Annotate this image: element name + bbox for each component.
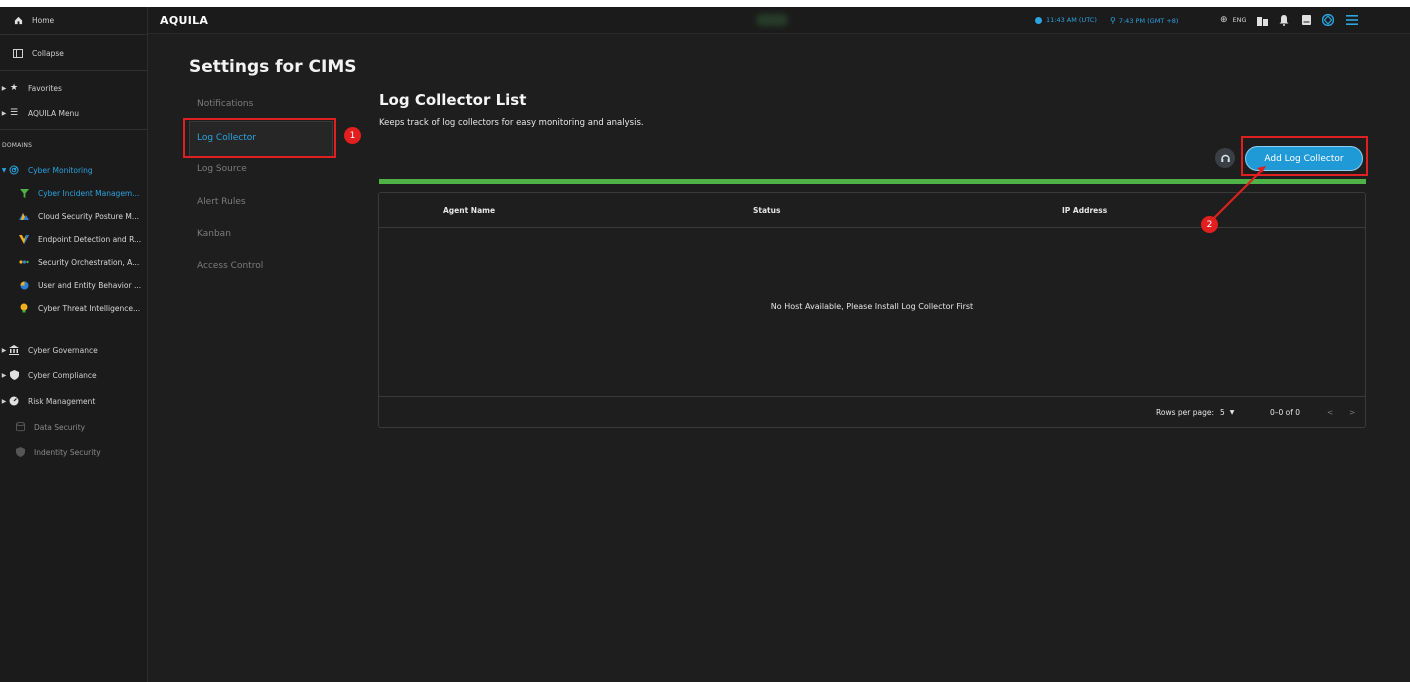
bank-icon bbox=[8, 344, 20, 356]
sidebar-divider bbox=[0, 34, 148, 35]
column-header-ip-address[interactable]: IP Address bbox=[1062, 206, 1107, 215]
dots-icon bbox=[18, 256, 30, 268]
previous-page-icon[interactable]: < bbox=[1327, 408, 1333, 417]
loading-progress-bar bbox=[379, 179, 1366, 184]
sidebar-favorites-label: Favorites bbox=[28, 83, 62, 93]
annotation-badge-1: 1 bbox=[344, 127, 361, 144]
v-shape-icon bbox=[18, 233, 30, 245]
caret-right-icon: ▶ bbox=[1, 397, 7, 405]
home-icon bbox=[12, 14, 24, 26]
annotation-badge-2: 2 bbox=[1201, 216, 1218, 233]
sidebar-aquila-menu-label: AQUILA Menu bbox=[28, 108, 80, 118]
domains-heading: DOMAINS bbox=[2, 142, 33, 149]
settings-nav-kanban[interactable]: Kanban bbox=[197, 229, 231, 239]
page-subtitle: Keeps track of log collectors for easy m… bbox=[379, 118, 644, 128]
sidebar-item-cyber-compliance[interactable]: ▶ Cyber Compliance bbox=[0, 362, 148, 388]
sidebar-home[interactable]: Home bbox=[0, 7, 148, 33]
sidebar-item-label: Cyber Monitoring bbox=[28, 165, 93, 175]
column-header-status[interactable]: Status bbox=[753, 206, 780, 215]
rows-per-page-select[interactable]: 5 ▼ bbox=[1220, 408, 1234, 417]
table-footer-divider bbox=[379, 396, 1365, 397]
sidebar: Home Collapse ▶ ★ Favorites ▶ ☰ AQUILA M… bbox=[0, 7, 148, 682]
utc-time: 11:43 AM (UTC) bbox=[1035, 16, 1097, 24]
menu-icon: ☰ bbox=[9, 108, 19, 118]
top-bar: AQUILA 11:43 AM (UTC) ⚲ 7:43 PM (GMT +8)… bbox=[148, 7, 1410, 34]
sidebar-collapse-label: Collapse bbox=[32, 48, 64, 58]
annotation-highlight-1 bbox=[183, 118, 336, 158]
app-logo[interactable]: AQUILA bbox=[160, 14, 208, 27]
local-time: ⚲ 7:43 PM (GMT +8) bbox=[1110, 16, 1178, 25]
sidebar-item-label: Cyber Governance bbox=[28, 345, 98, 355]
sidebar-item-label: Cloud Security Posture M... bbox=[38, 211, 139, 221]
bell-icon[interactable] bbox=[1278, 14, 1290, 26]
star-icon: ★ bbox=[9, 83, 19, 93]
help-icon[interactable] bbox=[1215, 148, 1235, 168]
app-window: Home Collapse ▶ ★ Favorites ▶ ☰ AQUILA M… bbox=[0, 7, 1410, 682]
sidebar-item-label: Security Orchestration, A... bbox=[38, 257, 140, 267]
radar-icon bbox=[8, 164, 20, 176]
sidebar-collapse[interactable]: Collapse bbox=[0, 40, 148, 66]
local-time-label: 7:43 PM (GMT +8) bbox=[1118, 16, 1179, 25]
location-pin-icon: ⚲ bbox=[1110, 16, 1116, 25]
sidebar-item-label: Cyber Threat Intelligence... bbox=[38, 303, 141, 313]
sidebar-item-data-security[interactable]: Data Security bbox=[0, 414, 148, 440]
settings-nav-alert-rules[interactable]: Alert Rules bbox=[197, 197, 246, 207]
log-collector-table: Agent Name Status IP Address No Host Ava… bbox=[378, 192, 1366, 428]
settings-nav-access-control[interactable]: Access Control bbox=[197, 261, 263, 271]
rows-per-page-value: 5 bbox=[1220, 408, 1225, 417]
sidebar-divider bbox=[0, 70, 148, 71]
language-label: ENG bbox=[1232, 16, 1247, 24]
building-icon[interactable] bbox=[1256, 14, 1268, 26]
settings-nav-notifications[interactable]: Notifications bbox=[197, 99, 253, 109]
sidebar-item-label: Cyber Compliance bbox=[28, 370, 97, 380]
utc-time-label: 11:43 AM (UTC) bbox=[1046, 16, 1097, 24]
pagination-range: 0–0 of 0 bbox=[1270, 408, 1301, 417]
sidebar-item-label: Risk Management bbox=[28, 396, 96, 406]
sidebar-item-label: Cyber Incident Managem... bbox=[38, 188, 140, 198]
shield-icon bbox=[8, 369, 20, 381]
network-icon[interactable] bbox=[1322, 14, 1334, 26]
rows-per-page-label: Rows per page: bbox=[1156, 408, 1214, 417]
sidebar-item-threat-intel[interactable]: Cyber Threat Intelligence... bbox=[0, 295, 148, 321]
caret-right-icon: ▶ bbox=[1, 346, 7, 354]
globe-icon: ⊕ bbox=[1220, 15, 1228, 25]
sidebar-home-label: Home bbox=[32, 15, 55, 25]
caret-right-icon: ▶ bbox=[1, 371, 7, 379]
id-shield-icon bbox=[14, 446, 26, 458]
sidebar-item-label: Data Security bbox=[34, 422, 86, 432]
sidebar-aquila-menu[interactable]: ▶ ☰ AQUILA Menu bbox=[0, 100, 148, 126]
document-icon[interactable] bbox=[1300, 14, 1312, 26]
caret-down-icon: ▼ bbox=[1, 166, 7, 174]
funnel-icon bbox=[18, 187, 30, 199]
annotation-highlight-2 bbox=[1241, 136, 1368, 176]
sidebar-item-cyber-governance[interactable]: ▶ Cyber Governance bbox=[0, 337, 148, 363]
sidebar-favorites[interactable]: ▶ ★ Favorites bbox=[0, 75, 148, 101]
sidebar-item-label: User and Entity Behavior ... bbox=[38, 280, 142, 290]
gauge-icon bbox=[8, 395, 20, 407]
database-icon bbox=[14, 421, 26, 433]
page-title: Log Collector List bbox=[379, 91, 527, 109]
language-selector[interactable]: ⊕ ENG bbox=[1220, 15, 1247, 25]
caret-right-icon: ▶ bbox=[1, 109, 7, 117]
bulb-icon bbox=[18, 302, 30, 314]
pie-icon bbox=[18, 279, 30, 291]
caret-right-icon: ▶ bbox=[1, 84, 7, 92]
empty-table-message: No Host Available, Please Install Log Co… bbox=[770, 302, 974, 311]
column-header-agent-name[interactable]: Agent Name bbox=[443, 206, 495, 215]
sidebar-item-label: Endpoint Detection and R... bbox=[38, 234, 142, 244]
next-page-icon[interactable]: > bbox=[1349, 408, 1355, 417]
mountain-icon bbox=[18, 210, 30, 222]
clock-icon bbox=[1035, 16, 1042, 24]
panel-icon bbox=[12, 47, 24, 59]
settings-title: Settings for CIMS bbox=[189, 57, 357, 77]
hamburger-menu-icon[interactable] bbox=[1346, 14, 1358, 26]
sidebar-item-identity-security[interactable]: Indentity Security bbox=[0, 439, 148, 465]
sidebar-item-label: Indentity Security bbox=[34, 447, 101, 457]
settings-nav-log-source[interactable]: Log Source bbox=[197, 164, 247, 174]
sidebar-item-risk-management[interactable]: ▶ Risk Management bbox=[0, 388, 148, 414]
sidebar-divider bbox=[0, 129, 148, 130]
blurred-badge bbox=[756, 14, 788, 26]
chevron-down-icon: ▼ bbox=[1229, 409, 1235, 416]
